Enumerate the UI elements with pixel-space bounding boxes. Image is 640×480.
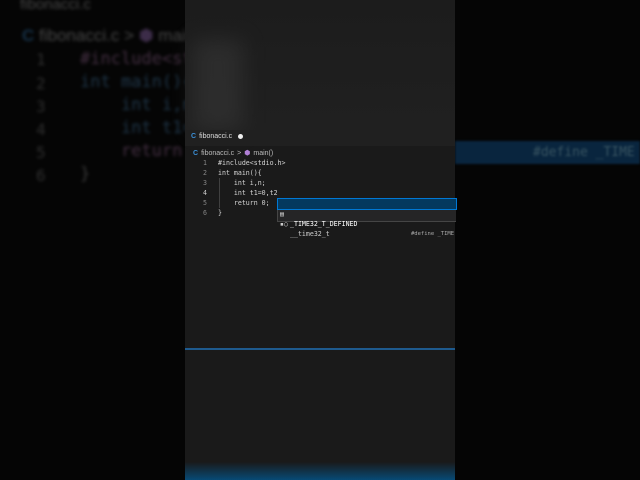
panel-divider (185, 348, 455, 350)
bg-code-line: int main(){ (80, 72, 193, 92)
code-text: int t1=0,t2 (218, 189, 278, 197)
breadcrumb-symbol[interactable]: main() (253, 150, 273, 157)
code-line-active: 4 int t1=0,t2 (185, 188, 455, 198)
bg-code-line: } (80, 164, 91, 184)
autocomplete-widget: ▤ _TIME32_T_DEFINED #define _TIME ▪○ __t… (277, 198, 457, 238)
status-bar-glow (185, 462, 455, 480)
code-text: int main(){ (218, 169, 262, 177)
unsaved-dot-icon[interactable] (238, 134, 244, 139)
line-number: 2 (203, 169, 207, 177)
suggestion-detail: #define _TIME (410, 231, 454, 237)
bg-breadcrumb: C fibonacci.c > ⬢ main() (22, 26, 207, 45)
function-cube-icon: ⬢ (244, 150, 251, 157)
breadcrumb-separator: > (237, 149, 242, 157)
bg-line-number: 2 (36, 74, 46, 93)
tab-fibonacci[interactable]: C fibonacci.c (191, 133, 244, 140)
tab-label: fibonacci.c (199, 133, 233, 140)
line-number: 3 (203, 179, 207, 187)
bg-suggestion-band: #define _TIME (455, 141, 640, 164)
bg-line-number: 6 (36, 166, 46, 185)
vscode-panel: C fibonacci.c C fibonacci.c > ⬢ main() 1… (185, 0, 457, 480)
bg-line-number: 1 (36, 50, 46, 69)
breadcrumb: C fibonacci.c > ⬢ main() (193, 149, 273, 158)
bg-line-number: 4 (36, 120, 46, 139)
suggestion-item[interactable]: ▤ _TIME32_T_DEFINED #define _TIME (277, 198, 457, 237)
blurred-header-area (185, 0, 455, 130)
line-number: 6 (203, 209, 207, 217)
code-text: #include<stdio.h> (218, 159, 286, 167)
bg-line-number: 5 (36, 143, 46, 162)
breadcrumb-file[interactable]: fibonacci.c (201, 150, 234, 157)
code-text: } (218, 209, 222, 217)
suggestion-label: __time32_t (290, 230, 330, 238)
code-line: 2 int main(){ (185, 168, 455, 178)
tab-bar: C fibonacci.c (185, 130, 455, 146)
line-number: 1 (203, 159, 207, 167)
code-text: int i,n; (218, 179, 266, 187)
bg-tab: fibonacci.c (20, 0, 91, 13)
line-number: 5 (203, 199, 207, 207)
code-line: 1 #include<stdio.h> (185, 158, 455, 168)
c-file-icon: C (191, 133, 197, 140)
line-number: 4 (203, 189, 207, 197)
suggestion-item[interactable]: ▪○ __time32_t (278, 209, 456, 238)
code-line: 3 int i,n; (185, 178, 455, 188)
typedef-icon: ▪○ (280, 220, 288, 228)
c-file-icon: C (193, 149, 199, 157)
bg-line-number: 3 (36, 97, 46, 116)
code-text: return 0; (218, 199, 270, 207)
